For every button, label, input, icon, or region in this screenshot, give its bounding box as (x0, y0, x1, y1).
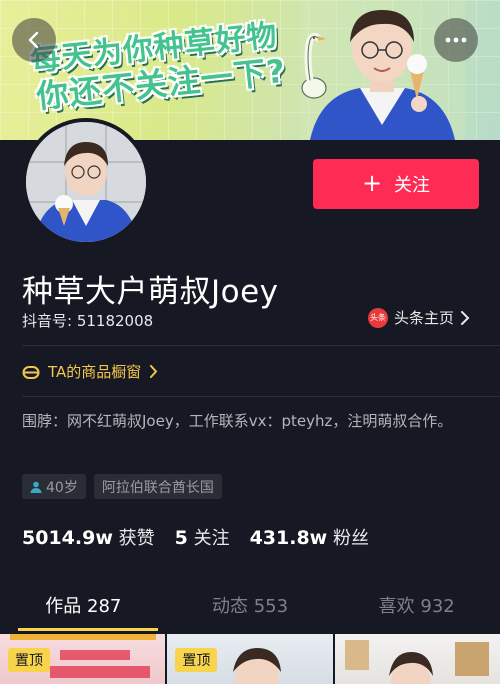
plus-icon: + (361, 169, 383, 197)
likes-stat: 5014.9w 获赞 (22, 524, 155, 550)
pinned-badge: 置顶 (175, 648, 218, 672)
video-thumbnail[interactable] (334, 634, 500, 684)
tab-activity[interactable]: 动态 553 (167, 592, 334, 628)
shop-basket-icon (22, 365, 40, 379)
profile-bio: 围脖：网不红萌叔Joey，工作联系vx：pteyhz，注明萌叔合作。 (22, 412, 453, 430)
likes-label: 获赞 (118, 528, 155, 549)
follow-button-label: 关注 (394, 175, 431, 196)
content-tabs: 作品 287 动态 553 喜欢 932 (0, 592, 500, 628)
followers-stat[interactable]: 431.8w 粉丝 (250, 524, 369, 550)
tab-works[interactable]: 作品 287 (0, 592, 167, 628)
video-thumbnail[interactable]: 置顶 (167, 634, 333, 684)
chevron-left-icon (28, 31, 39, 49)
toutiao-label: 头条主页 (394, 309, 455, 327)
location-value: 阿拉伯联合酋长国 (101, 479, 214, 496)
douyin-id: 抖音号: 51182008 (22, 312, 154, 330)
chevron-right-icon (461, 310, 470, 325)
age-tag: 40岁 (22, 474, 86, 499)
divider (22, 396, 500, 397)
avatar-photo (26, 122, 146, 242)
video-thumbnail[interactable]: 置顶 (0, 634, 166, 684)
profile-stats: 5014.9w 获赞 5 关注 431.8w 粉丝 (22, 524, 369, 550)
more-dots-icon (445, 37, 467, 43)
profile-name: 种草大户萌叔Joey (22, 274, 279, 310)
chevron-right-icon (150, 365, 158, 378)
back-button[interactable] (12, 18, 56, 62)
profile-tags: 40岁 阿拉伯联合酋长国 (22, 474, 222, 499)
likes-count: 5014.9w (22, 527, 113, 549)
follow-button[interactable]: + 关注 (313, 159, 479, 209)
tab-likes[interactable]: 喜欢 932 (333, 592, 500, 628)
following-label: 关注 (193, 528, 230, 549)
followers-count: 431.8w (249, 527, 328, 549)
toutiao-homepage-link[interactable]: 头条 头条主页 (368, 307, 470, 328)
age-value: 40岁 (46, 479, 78, 496)
more-options-button[interactable] (434, 18, 478, 62)
followers-label: 粉丝 (332, 528, 369, 549)
thumbnail-image (344, 640, 489, 684)
toutiao-logo-icon: 头条 (368, 307, 388, 328)
shop-window-label: TA的商品橱窗 (48, 363, 142, 381)
avatar[interactable] (22, 118, 150, 246)
divider (22, 345, 500, 346)
banner-person-photo (300, 0, 465, 140)
location-tag: 阿拉伯联合酋长国 (93, 474, 222, 499)
video-grid: 置顶 置顶 (0, 634, 500, 684)
shop-window-link[interactable]: TA的商品橱窗 (22, 361, 158, 382)
pinned-badge: 置顶 (8, 648, 50, 672)
active-tab-indicator (18, 628, 158, 631)
following-stat[interactable]: 5 关注 (175, 524, 230, 550)
person-icon (30, 481, 42, 493)
following-count: 5 (174, 527, 188, 549)
